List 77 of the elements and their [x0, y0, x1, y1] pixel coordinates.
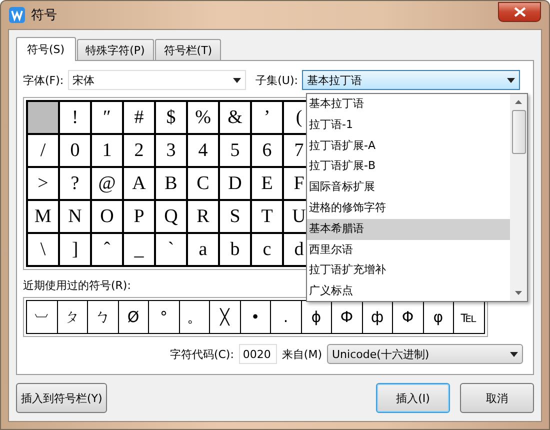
symbol-cell[interactable]: 5 [220, 135, 252, 168]
caret-icon [232, 78, 241, 82]
symbol-cell[interactable]: O [92, 201, 124, 234]
scroll-down-icon[interactable] [515, 291, 522, 295]
symbol-cell[interactable]: \ [28, 234, 60, 267]
symbol-cell[interactable]: D [220, 168, 252, 201]
symbol-cell[interactable]: ° [149, 301, 180, 333]
char-code-label: 字符代码(C): [170, 346, 234, 362]
symbol-cell[interactable]: & [220, 102, 252, 135]
symbol-cell[interactable]: > [28, 168, 60, 201]
symbol-cell[interactable]: ″ [92, 102, 124, 135]
symbol-cell[interactable]: c [252, 234, 284, 267]
symbol-cell[interactable]: 4 [188, 135, 220, 168]
symbol-cell[interactable]: C [188, 168, 220, 201]
symbol-cell[interactable]: _ [124, 234, 156, 267]
window-title: 符号 [31, 7, 58, 24]
symbol-cell[interactable]: 3 [156, 135, 188, 168]
symbol-cell[interactable]: ˋ [156, 234, 188, 267]
symbol-cell[interactable]: % [188, 102, 220, 135]
recent-label: 近期使用过的符号(R): [23, 278, 131, 293]
symbol-cell[interactable]: ! [60, 102, 92, 135]
symbol-cell[interactable]: ╳ [210, 301, 240, 333]
symbol-cell[interactable]: @ [92, 168, 124, 201]
symbol-cell[interactable]: ㄅ [88, 301, 118, 333]
symbol-cell[interactable]: S [220, 201, 252, 234]
symbol-cell[interactable]: P [124, 201, 156, 234]
symbol-cell[interactable]: E [252, 168, 284, 201]
app-logo-icon [9, 7, 25, 23]
from-label: 来自(M) [282, 346, 322, 362]
dialog-button[interactable]: 插入(I) [376, 383, 450, 413]
symbol-cell[interactable]: ︺ [27, 301, 58, 333]
symbol-cell[interactable]: ’ [252, 102, 284, 135]
symbol-cell[interactable]: A [124, 168, 156, 201]
symbol-cell[interactable] [28, 102, 60, 135]
tab[interactable]: 特殊字符(P) [76, 39, 154, 60]
symbol-cell[interactable]: R [188, 201, 220, 234]
symbol-cell[interactable]: ˆ [92, 234, 124, 267]
scroll-thumb[interactable] [512, 110, 526, 154]
symbol-cell[interactable]: b [220, 234, 252, 267]
close-icon [514, 7, 526, 17]
dialog-button[interactable]: 插入到符号栏(Y) [16, 383, 108, 413]
scroll-up-icon[interactable] [515, 100, 522, 104]
symbol-cell[interactable]: # [124, 102, 156, 135]
subset-label: 子集(U): [256, 72, 298, 88]
symbol-cell[interactable]: Ø [118, 301, 149, 333]
caret-icon [510, 352, 518, 356]
symbol-cell[interactable]: B [156, 168, 188, 201]
tab[interactable]: 符号栏(T) [154, 39, 222, 60]
symbol-cell[interactable]: N [60, 201, 92, 234]
tab[interactable]: 符号(S) [16, 37, 76, 61]
symbol-cell[interactable]: ? [60, 168, 92, 201]
caret-icon [506, 78, 515, 82]
symbol-cell[interactable]: T [252, 201, 284, 234]
symbol-cell[interactable]: 0 [60, 135, 92, 168]
symbol-cell[interactable]: $ [156, 102, 188, 135]
symbol-cell[interactable]: Q [156, 201, 188, 234]
symbol-cell[interactable]: / [28, 135, 60, 168]
symbol-cell[interactable]: M [28, 201, 60, 234]
scrollbar[interactable] [510, 94, 527, 301]
dialog-button[interactable]: 取消 [460, 383, 534, 413]
symbol-cell[interactable]: . [271, 301, 302, 333]
symbol-cell[interactable]: 6 [252, 135, 284, 168]
symbol-cell[interactable]: 1 [92, 135, 124, 168]
subset-dropdown[interactable]: 基本拉丁语 [302, 70, 520, 90]
list-item[interactable]: 广义标点 [307, 281, 510, 302]
symbol-cell[interactable]: ] [60, 234, 92, 267]
symbol-cell[interactable]: 2 [124, 135, 156, 168]
char-code-field[interactable]: 0020 [238, 344, 277, 364]
close-button[interactable] [498, 2, 541, 22]
symbol-cell[interactable]: • [240, 301, 271, 333]
symbol-cell[interactable]: a [188, 234, 220, 267]
encoding-dropdown[interactable]: Unicode(十六进制) [327, 344, 523, 364]
font-dropdown[interactable]: 宋体 [68, 70, 246, 90]
list-item[interactable]: 基本希腊语 [307, 218, 510, 240]
symbol-cell[interactable]: 。 [180, 301, 210, 333]
font-label: 字体(F): [23, 72, 64, 88]
symbol-cell[interactable]: ㄆ [58, 301, 88, 333]
